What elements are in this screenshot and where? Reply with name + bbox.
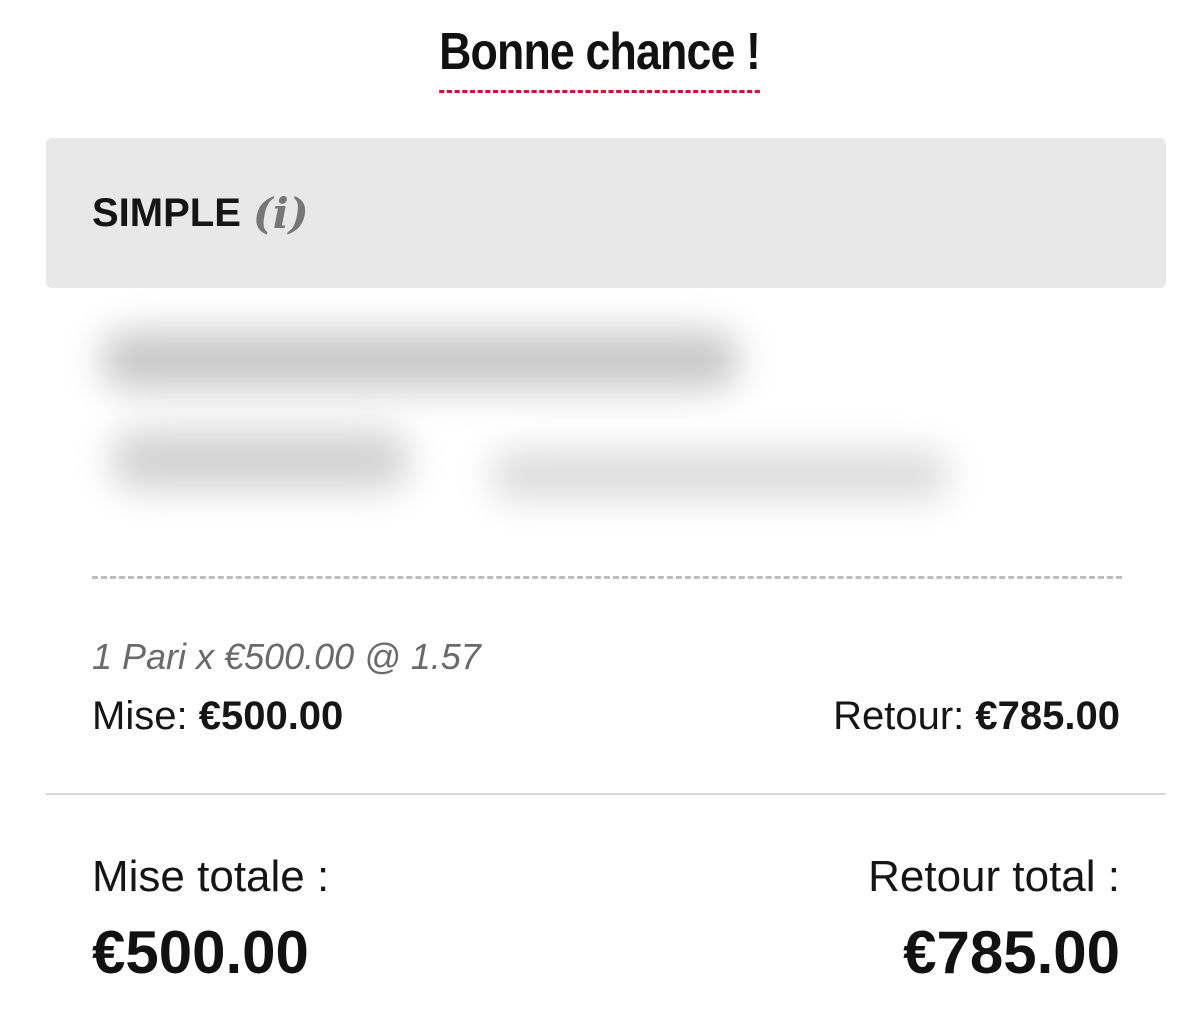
stake-return-row: Mise: €500.00 Retour: €785.00	[92, 694, 1120, 739]
totals-values-row: €500.00 €785.00	[92, 918, 1120, 987]
return: Retour: €785.00	[833, 694, 1120, 739]
total-stake-value: €500.00	[92, 919, 309, 986]
bet-summary: 1 Pari x €500.00 @ 1.57	[92, 636, 481, 677]
info-glyph: i	[272, 188, 289, 238]
blurred-line	[100, 330, 740, 390]
stake: Mise: €500.00	[92, 694, 343, 739]
page-title: Bonne chance !	[439, 22, 761, 93]
info-icon[interactable]: (i)	[253, 189, 309, 238]
stake-label: Mise:	[92, 694, 188, 738]
info-open-paren: (	[252, 188, 273, 238]
blurred-line	[110, 430, 410, 490]
bet-type-header: SIMPLE (i)	[46, 138, 1166, 288]
return-label: Retour:	[833, 694, 965, 738]
dashed-divider	[92, 576, 1122, 579]
return-value: €785.00	[975, 694, 1120, 738]
totals-labels-row: Mise totale : Retour total :	[92, 852, 1120, 902]
bet-type: SIMPLE (i)	[92, 189, 309, 238]
total-return-label: Retour total :	[868, 852, 1120, 901]
stake-value: €500.00	[198, 694, 344, 738]
total-stake-label: Mise totale :	[92, 852, 330, 901]
total-return-value: €785.00	[903, 919, 1120, 986]
title-container: Bonne chance !	[0, 22, 1200, 93]
blurred-line	[490, 450, 950, 500]
solid-divider	[46, 793, 1166, 795]
selection-details-redacted	[70, 300, 1170, 560]
bet-type-label: SIMPLE	[92, 190, 241, 235]
info-close-paren: )	[288, 188, 309, 238]
